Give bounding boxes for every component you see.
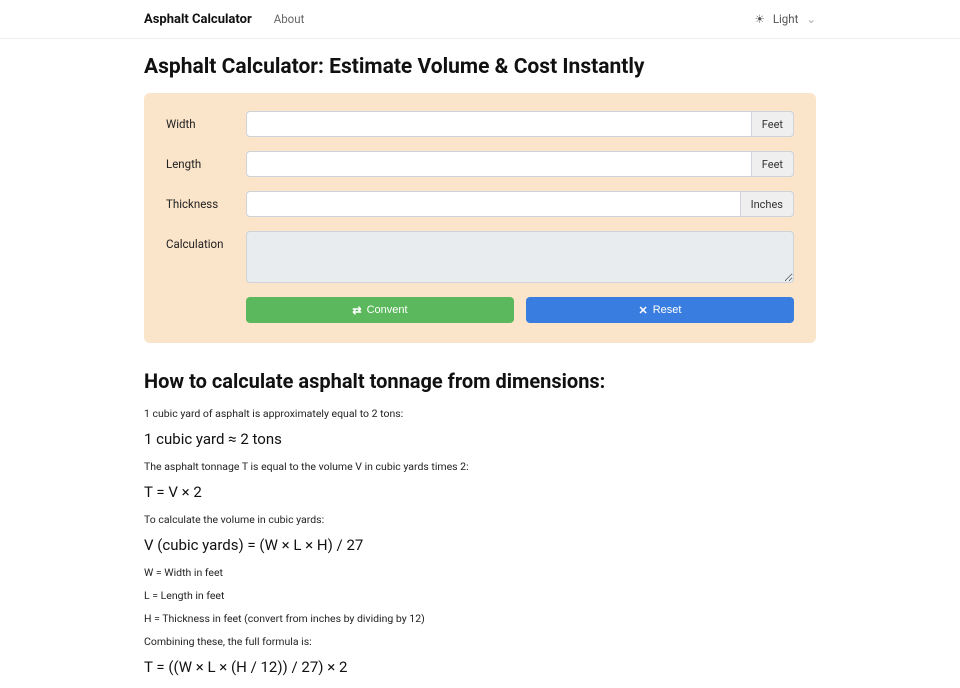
page-title: Asphalt Calculator: Estimate Volume & Co… [144,55,816,79]
close-icon: ✕ [639,304,648,317]
convert-button[interactable]: ⇄ Convent [246,297,514,323]
length-label: Length [166,151,246,171]
nav-link-about[interactable]: About [274,12,305,26]
width-label: Width [166,111,246,131]
reset-button[interactable]: ✕ Reset [526,297,794,323]
thickness-unit: Inches [741,191,794,217]
howto-heading: How to calculate asphalt tonnage from di… [144,369,816,393]
calculation-output[interactable] [246,231,794,283]
length-input[interactable] [246,151,752,177]
theme-toggle[interactable]: ☀ Light ⌄ [755,12,817,26]
howto-text: W = Width in feet [144,566,816,579]
howto-text: H = Thickness in feet (convert from inch… [144,612,816,625]
howto-formula: V (cubic yards) = (W × L × H) / 27 [144,536,816,554]
width-unit: Feet [752,111,794,137]
convert-button-label: Convent [367,304,408,316]
theme-label: Light [773,12,799,26]
howto-text: To calculate the volume in cubic yards: [144,513,816,526]
width-input[interactable] [246,111,752,137]
calculation-label: Calculation [166,231,246,251]
howto-formula: T = V × 2 [144,483,816,501]
howto-formula: T = ((W × L × (H / 12)) / 27) × 2 [144,658,816,676]
howto-text: Combining these, the full formula is: [144,635,816,648]
thickness-label: Thickness [166,191,246,211]
calculator-panel: Width Feet Length Feet Thickness Inches … [144,93,816,343]
howto-text: 1 cubic yard of asphalt is approximately… [144,407,816,420]
howto-text: The asphalt tonnage T is equal to the vo… [144,460,816,473]
sun-icon: ☀ [755,12,765,26]
length-unit: Feet [752,151,794,177]
brand-title[interactable]: Asphalt Calculator [144,12,252,27]
thickness-input[interactable] [246,191,741,217]
arrows-icon: ⇄ [352,304,361,317]
howto-text: L = Length in feet [144,589,816,602]
howto-formula: 1 cubic yard ≈ 2 tons [144,430,816,448]
navbar: Asphalt Calculator About ☀ Light ⌄ [0,0,960,39]
reset-button-label: Reset [653,304,682,316]
chevron-down-icon: ⌄ [806,12,816,26]
